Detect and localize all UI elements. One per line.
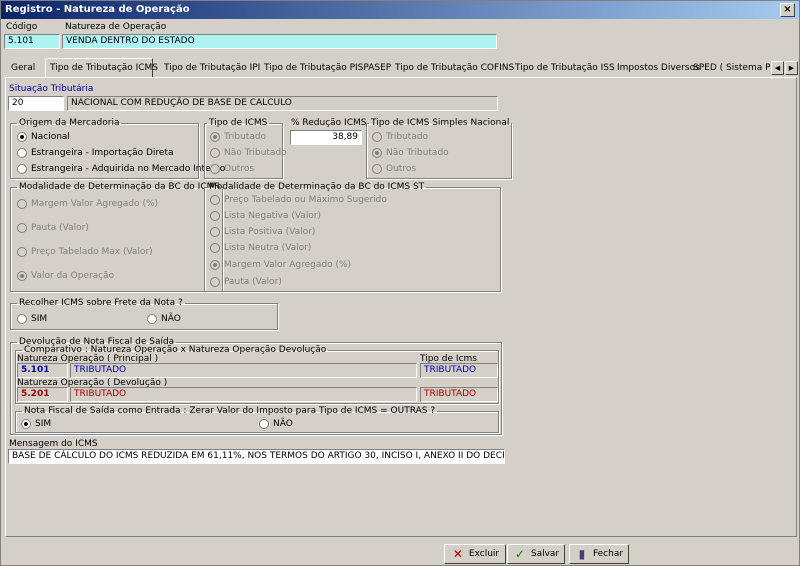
frete-group: Recolher ICMS sobre Frete da Nota ? [10,298,278,330]
principal-tipo: TRIBUTADO [420,363,498,378]
door-icon: ▮ [578,547,586,561]
tab-geral[interactable]: Geral [7,60,39,78]
close-button[interactable]: × [780,3,795,17]
situacao-description: NACIONAL COM REDUÇÃO DE BASE DE CALCULO [67,96,498,111]
bc-st-pauta-radio[interactable]: Pauta (Valor) [210,276,282,288]
excluir-button[interactable]: ✕ Excluir [444,544,506,564]
natureza-label: Natureza de Operação [65,22,167,32]
salvar-button[interactable]: ✓ Salvar [507,544,565,564]
entrada-group: Nota Fiscal de Saída como Entrada : Zera… [15,406,499,433]
tipo-icms-nao-tributado-radio[interactable]: Não Tributado [210,147,287,159]
simples-outros-radio[interactable]: Outros [372,163,416,175]
entrada-sim-radio[interactable]: SIM [21,418,51,430]
bc-st-lista-neutra-radio[interactable]: Lista Neutra (Valor) [210,242,311,254]
origem-mercado-interno-radio[interactable]: Estrangeira - Adquirida no Mercado Inter… [17,163,225,175]
codigo-label: Código [6,22,38,32]
reducao-field[interactable]: 38,89 [290,130,362,145]
codigo-field[interactable]: 5.101 [4,34,60,49]
situacao-code-field[interactable]: 20 [8,96,64,111]
tab-cofins[interactable]: Tipo de Tributação COFINS [391,60,518,78]
mensagem-label: Mensagem do ICMS [9,439,98,449]
natureza-field[interactable]: VENDA DENTRO DO ESTADO [62,34,497,49]
principal-value: TRIBUTADO [70,363,417,378]
tab-pispasep[interactable]: Tipo de Tributação PISPASEP [260,60,395,78]
frete-sim-radio[interactable]: SIM [17,313,47,325]
bc-st-lista-positiva-radio[interactable]: Lista Positiva (Valor) [210,226,315,238]
bc-st-preco-tabelado-radio[interactable]: Preço Tabelado ou Máximo Sugerido [210,194,387,206]
check-icon: ✓ [514,547,525,561]
tab-ipi[interactable]: Tipo de Tributação IPI [160,60,264,78]
main-window: Registro - Natureza de Operação × Código… [0,0,800,566]
simples-nao-tributado-radio[interactable]: Não Tributado [372,147,449,159]
bc-preco-tabelado-radio[interactable]: Preço Tabelado Max (Valor) [17,246,153,258]
mensagem-field[interactable]: BASE DE CÁLCULO DO ICMS REDUZIDA EM 61,1… [8,449,505,464]
origem-importacao-radio[interactable]: Estrangeira - Importação Direta [17,147,174,159]
origem-title: Origem da Mercadoria [19,118,120,128]
entrada-nao-radio[interactable]: NÃO [259,418,293,430]
window-title: Registro - Natureza de Operação [5,4,190,15]
tab-sped[interactable]: SPED ( Sistema Pú [689,60,777,78]
reducao-label: % Redução ICMS [291,118,367,128]
bc-margem-radio[interactable]: Margem Valor Agregado (%) [17,198,158,210]
tab-icms[interactable]: Tipo de Tributação ICMS [45,58,158,78]
tab-scroll-left-icon[interactable]: ◀ [771,61,784,75]
devolucao-code: 5.201 [17,387,68,402]
principal-code: 5.101 [17,363,68,378]
bc-st-margem-radio[interactable]: Margem Valor Agregado (%) [210,259,351,271]
bc-st-title: Modalidade de Determinação da BC do ICMS… [209,182,425,192]
devolucao-value: TRIBUTADO [70,387,417,402]
fechar-button[interactable]: ▮ Fechar [569,544,629,564]
bc-title: Modalidade de Determinação da BC do ICMS [19,182,221,192]
simples-title: Tipo de ICMS Simples Nacional [371,118,510,128]
delete-x-icon: ✕ [452,547,463,561]
tipo-icms-outros-radio[interactable]: Outros [210,163,254,175]
tab-scroll-right-icon[interactable]: ▶ [785,61,798,75]
tipo-icms-title: Tipo de ICMS [209,118,268,128]
devolucao-tipo: TRIBUTADO [420,387,498,402]
frete-nao-radio[interactable]: NÃO [147,313,181,325]
frete-title: Recolher ICMS sobre Frete da Nota ? [19,298,183,308]
origem-nacional-radio[interactable]: Nacional [17,131,70,143]
tab-iss[interactable]: Tipo de Tributação ISS [511,60,619,78]
title-bar: Registro - Natureza de Operação × [1,1,799,19]
simples-tributado-radio[interactable]: Tributado [372,131,428,143]
entrada-title: Nota Fiscal de Saída como Entrada : Zera… [24,406,436,416]
bc-valor-operacao-radio[interactable]: Valor da Operação [17,270,114,282]
bc-st-lista-negativa-radio[interactable]: Lista Negativa (Valor) [210,210,321,222]
situacao-label: Situação Tributária [9,84,94,94]
bc-pauta-radio[interactable]: Pauta (Valor) [17,222,89,234]
tab-strip: Geral Tipo de Tributação ICMS Tipo de Tr… [5,58,800,78]
tipo-icms-tributado-radio[interactable]: Tributado [210,131,266,143]
